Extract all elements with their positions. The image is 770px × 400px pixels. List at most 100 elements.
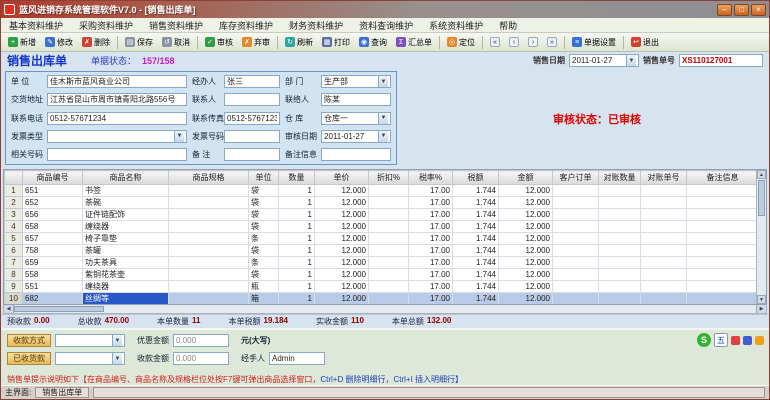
horizontal-scrollbar[interactable]: ◀ ▶	[3, 305, 767, 314]
tray-icon-orange[interactable]	[755, 335, 764, 345]
table-cell[interactable]	[168, 196, 249, 209]
col-customer-order[interactable]: 客户订单	[552, 170, 599, 185]
table-cell[interactable]: 682	[22, 292, 83, 304]
table-cell[interactable]	[599, 305, 641, 306]
table-cell[interactable]: 1	[278, 232, 315, 245]
table-cell[interactable]: 12.000	[498, 184, 553, 197]
col-tax[interactable]: 税额	[452, 170, 499, 185]
handler-field[interactable]: 张三	[224, 75, 280, 88]
table-cell[interactable]	[641, 305, 687, 306]
table-cell[interactable]: 1	[278, 220, 315, 233]
scroll-right-icon[interactable]: ▶	[756, 305, 766, 313]
table-cell[interactable]	[368, 232, 409, 245]
payment-method-select[interactable]: ▼	[55, 334, 125, 347]
input-method-icon[interactable]: 五	[714, 333, 728, 347]
table-cell[interactable]: 12.000	[498, 268, 553, 281]
table-cell[interactable]	[168, 280, 249, 293]
warehouse-select[interactable]: 仓库一 ▼	[321, 111, 391, 125]
table-cell[interactable]	[598, 208, 641, 221]
table-cell[interactable]	[598, 196, 641, 209]
table-cell[interactable]	[368, 280, 409, 293]
table-cell[interactable]: 758	[22, 244, 83, 257]
col-product-spec[interactable]: 商品规格	[168, 170, 249, 185]
table-cell[interactable]: 缠绕器	[82, 280, 169, 293]
table-cell[interactable]	[598, 220, 641, 233]
contact-field[interactable]	[224, 93, 280, 107]
table-cell[interactable]: 551	[22, 280, 83, 293]
row-number-cell[interactable]: 2	[4, 196, 23, 209]
table-cell[interactable]	[168, 208, 249, 221]
table-cell[interactable]: 17.00	[408, 220, 453, 233]
phone-field[interactable]: 0512-57671234	[47, 111, 187, 125]
table-cell[interactable]	[552, 268, 599, 281]
table-row[interactable]: 1 651 书签袋 1 12.000 17.00 1.744 12.000	[4, 184, 759, 197]
skype-icon[interactable]: S	[697, 333, 711, 347]
table-cell[interactable]: 1	[278, 196, 315, 209]
col-product-name[interactable]: 商品名称	[82, 170, 169, 185]
tray-icon-red[interactable]	[731, 335, 740, 345]
table-cell[interactable]	[369, 305, 409, 306]
contact2-field[interactable]: 陈某	[321, 93, 391, 107]
table-row[interactable]: 3 656 证件链配饰袋 1 12.000 17.00 1.744 12.000	[4, 208, 759, 221]
table-cell[interactable]: 袋	[248, 220, 279, 233]
table-cell[interactable]: 12.000	[498, 256, 553, 269]
table-cell[interactable]: 651	[22, 184, 83, 197]
table-cell[interactable]	[368, 244, 409, 257]
table-cell[interactable]	[168, 268, 249, 281]
table-row[interactable]: 2 652 茶碗袋 1 12.000 17.00 1.744 12.000	[4, 196, 759, 209]
table-cell[interactable]: 12.000	[314, 268, 369, 281]
table-cell[interactable]	[168, 256, 249, 269]
table-row[interactable]: 9 551 缠绕器瓶 1 12.000 17.00 1.744 12.000	[4, 280, 759, 293]
table-cell[interactable]	[598, 268, 641, 281]
col-remark[interactable]: 备注信息	[686, 170, 759, 185]
menu-sales-data[interactable]: 销售资料维护	[141, 18, 211, 32]
hscroll-thumb[interactable]	[14, 306, 104, 312]
table-cell[interactable]	[686, 292, 759, 304]
chevron-down-icon[interactable]: ▼	[112, 335, 122, 346]
table-cell[interactable]: 12.000	[314, 280, 369, 293]
table-cell[interactable]: 1.744	[452, 208, 499, 221]
table-cell[interactable]	[686, 208, 759, 221]
table-cell[interactable]: 12.000	[498, 280, 553, 293]
table-cell[interactable]	[598, 256, 641, 269]
audit-date-select[interactable]: 2011-01-27 ▼	[321, 129, 391, 143]
table-cell[interactable]: 17.00	[408, 292, 453, 304]
table-row[interactable]: 10 682 丝绸等箱 1 12.000 17.00 1.744 12.000	[4, 292, 759, 304]
row-number-cell[interactable]: 8	[4, 268, 23, 281]
receipt-amount-field[interactable]: 0.000	[173, 352, 229, 365]
table-cell[interactable]	[552, 256, 599, 269]
table-cell[interactable]: 箱	[248, 292, 279, 304]
table-cell[interactable]: 茶罐	[82, 244, 169, 257]
table-cell[interactable]	[552, 232, 599, 245]
col-discount[interactable]: 折扣%	[368, 170, 409, 185]
table-cell[interactable]: 12.000	[314, 232, 369, 245]
row-number-cell[interactable]: 11	[5, 305, 23, 306]
chevron-down-icon[interactable]: ▼	[626, 55, 636, 66]
sales-date-select[interactable]: 2011-01-27 ▼	[569, 54, 639, 67]
fax-field[interactable]: 0512-57671234	[224, 111, 280, 125]
last-record-button[interactable]: »	[543, 35, 561, 49]
menu-basic-data[interactable]: 基本资料维护	[1, 18, 71, 32]
table-cell[interactable]: 缠绕器	[82, 220, 169, 233]
table-cell[interactable]: 12.000	[314, 184, 369, 197]
prev-record-button[interactable]: ‹	[505, 35, 523, 49]
vscroll-thumb[interactable]	[758, 180, 765, 216]
col-rownum[interactable]	[4, 170, 23, 185]
row-number-cell[interactable]: 6	[4, 244, 23, 257]
received-loan-select[interactable]: ▼	[55, 352, 125, 365]
sales-no-field[interactable]: XS110127001	[679, 54, 763, 67]
menu-query-data[interactable]: 资料查询维护	[351, 18, 421, 32]
search-button[interactable]: ◉ 查询	[355, 35, 391, 50]
col-unit[interactable]: 单位	[248, 170, 279, 185]
summary-button[interactable]: Σ 汇总单	[392, 35, 436, 50]
col-amount[interactable]: 金额	[498, 170, 553, 185]
table-cell[interactable]: 17.00	[408, 196, 453, 209]
table-cell[interactable]	[687, 305, 759, 306]
invoice-type-select[interactable]: ▼	[47, 129, 187, 143]
table-cell[interactable]: 12.000	[314, 256, 369, 269]
table-row[interactable]: 7 659 功夫茶具条 1 12.000 17.00 1.744 12.000	[4, 256, 759, 269]
next-record-button[interactable]: ›	[524, 35, 542, 49]
table-cell[interactable]: 17.00	[408, 256, 453, 269]
table-cell[interactable]: 659	[22, 256, 83, 269]
table-cell[interactable]	[552, 292, 599, 304]
